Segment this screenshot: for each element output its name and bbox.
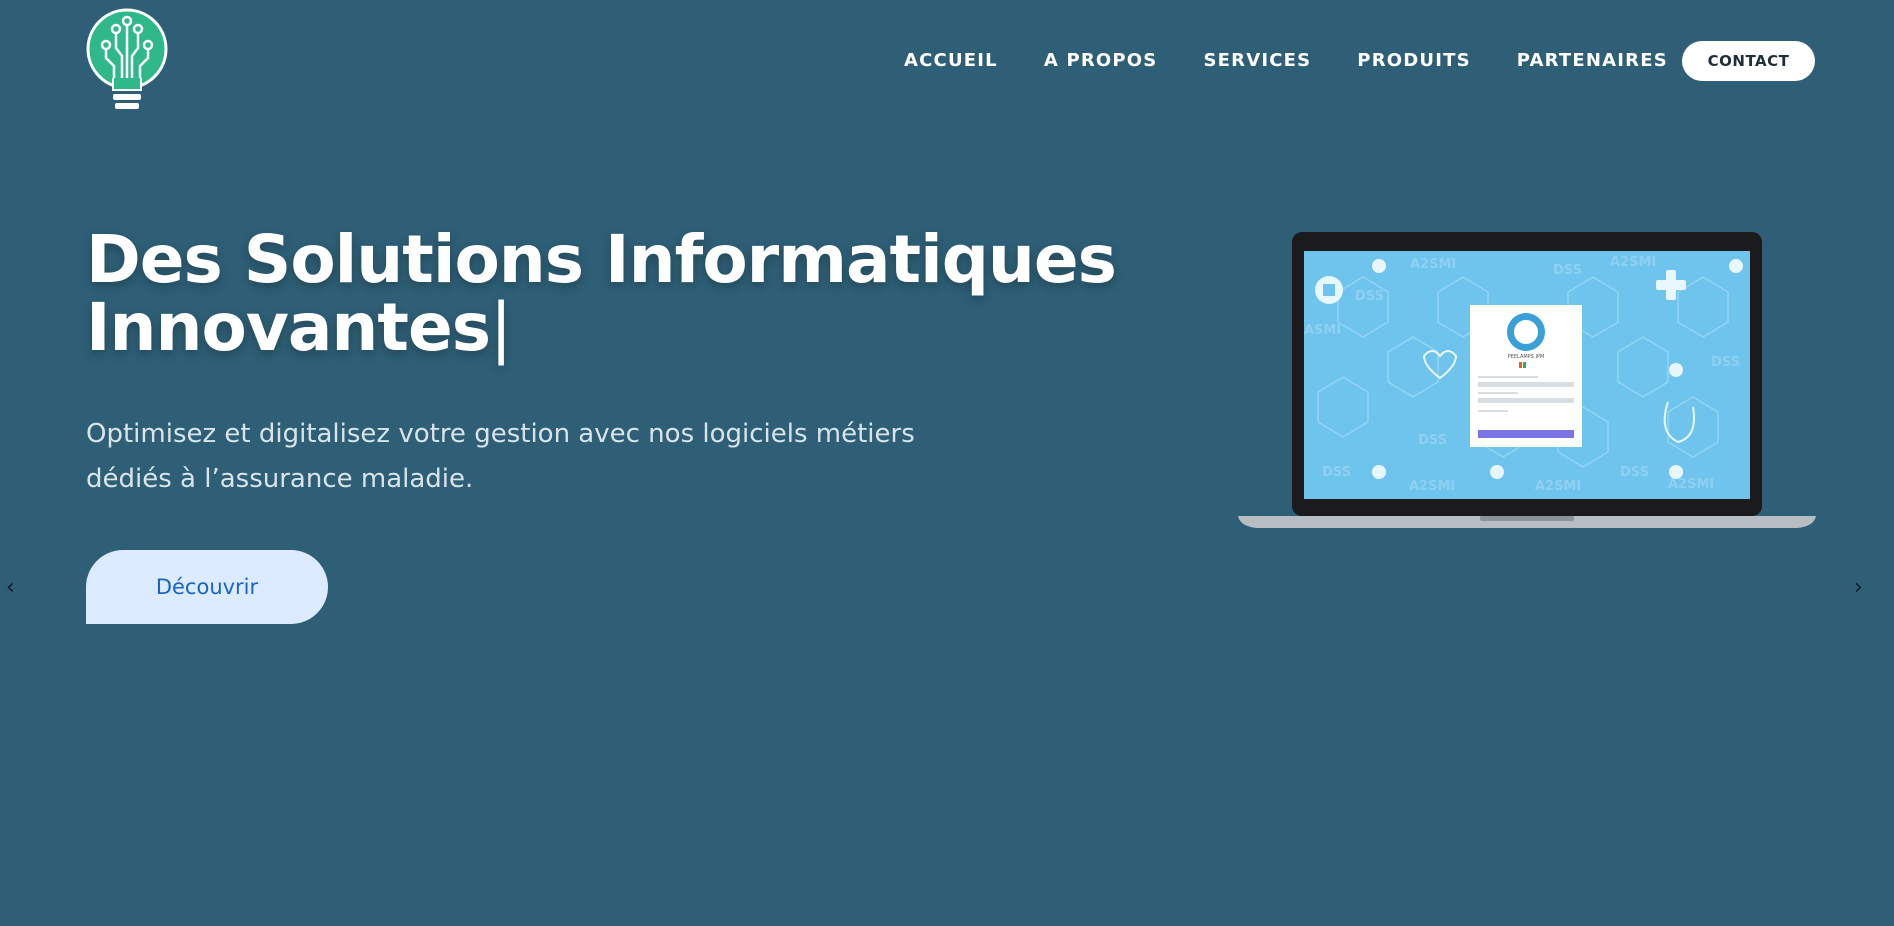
screen-watermark: A2SMI [1668, 477, 1714, 492]
screen-watermark: DSS [1553, 263, 1582, 278]
chevron-left-icon[interactable]: ‹ [6, 575, 15, 600]
nav-item-a-propos[interactable]: A PROPOS [1044, 50, 1158, 71]
nav-item-produits[interactable]: PRODUITS [1357, 50, 1470, 71]
main-nav: ACCUEIL A PROPOS SERVICES PRODUITS PARTE… [904, 50, 1714, 71]
screen-watermark: A2SMI [1610, 255, 1656, 270]
nav-item-services[interactable]: SERVICES [1203, 50, 1311, 71]
nav-item-partenaires[interactable]: PARTENAIRES [1517, 50, 1668, 71]
discover-button[interactable]: Découvrir [86, 550, 328, 624]
laptop-image: A2SMI DSS DSS A2SMI ASMI DSS DSS DSS A2S… [1238, 232, 1816, 528]
screen-watermark: DSS [1620, 465, 1649, 480]
nav-item-accueil[interactable]: ACCUEIL [904, 50, 998, 71]
screen-watermark: A2SMI [1535, 479, 1581, 494]
screen-watermark: DSS [1711, 355, 1740, 370]
screen-watermark: DSS [1322, 465, 1351, 480]
screen-watermark: DSS [1355, 289, 1384, 304]
logo[interactable] [86, 8, 168, 116]
screen-watermark: ASMI [1304, 323, 1341, 338]
laptop-illustration: A2SMI DSS DSS A2SMI ASMI DSS DSS DSS A2S… [1238, 232, 1816, 528]
hero-title-line2: Innovantes [86, 289, 491, 366]
contact-button[interactable]: CONTACT [1682, 41, 1815, 81]
screen-watermark: A2SMI [1409, 479, 1455, 494]
hero-subtitle: Optimisez et digitalisez votre gestion a… [86, 412, 966, 502]
typing-cursor: | [490, 289, 512, 366]
chevron-right-icon[interactable]: › [1854, 575, 1863, 600]
screen-watermark: DSS [1418, 433, 1447, 448]
hero-subtitle-line1: Optimisez et digitalisez votre gestion a… [86, 419, 915, 449]
hero-subtitle-line2: dédiés à l’assurance maladie. [86, 464, 474, 494]
login-card-title: PEELAMPS IPM [1508, 354, 1545, 360]
bulb-logo-icon [86, 8, 168, 109]
hero-title-line1: Des Solutions Informatiques [86, 221, 1117, 298]
screen-watermark: A2SMI [1410, 257, 1456, 272]
hero-title: Des Solutions Informatiques Innovantes| [86, 226, 1186, 362]
